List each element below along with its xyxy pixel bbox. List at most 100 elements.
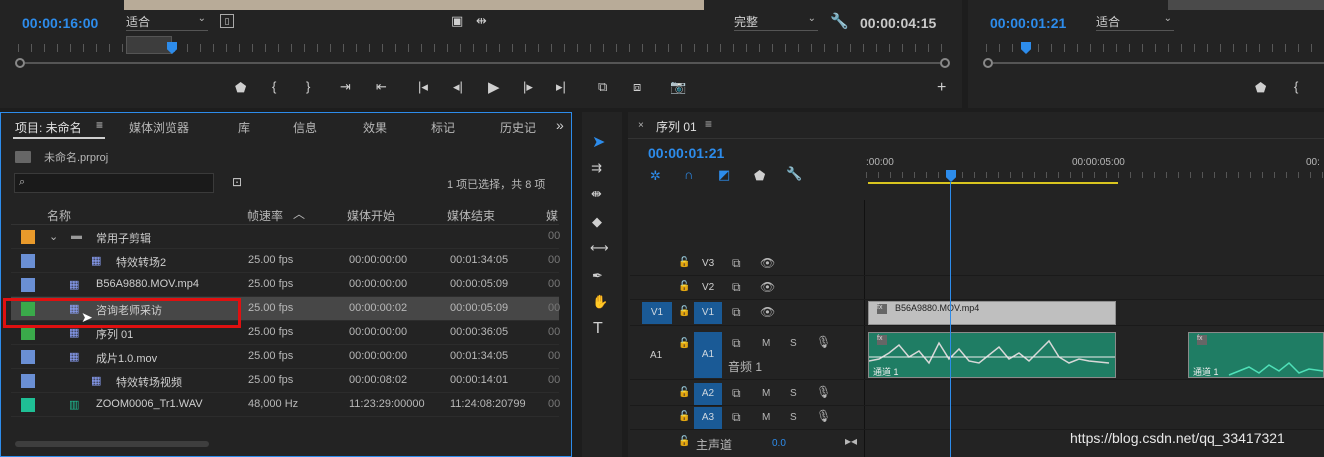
audio-clip-1[interactable]: fx 通道 1 — [868, 332, 1116, 378]
track-a1-target[interactable]: A1 — [650, 350, 662, 361]
track-a3-name[interactable]: A3 — [694, 407, 722, 429]
project-item-row[interactable]: ▥ ZOOM0006_Tr1.WAV 48,000 Hz 11:23:29:00000… — [11, 393, 560, 417]
go-to-in-icon[interactable]: |◂ — [418, 79, 428, 95]
timeline-menu-icon[interactable]: ≡ — [705, 117, 712, 131]
mute-button[interactable]: M — [762, 338, 770, 349]
slip-tool-icon[interactable]: ⟷ — [590, 240, 609, 256]
tab-info[interactable]: 信息 — [293, 119, 317, 136]
search-input[interactable]: ⌕ — [14, 173, 214, 193]
label-color-swatch[interactable] — [21, 374, 35, 388]
eye-icon[interactable]: 👁 — [760, 256, 775, 270]
col-media-start[interactable]: 媒体开始 — [347, 207, 395, 224]
razor-tool-icon[interactable]: ◆ — [592, 214, 602, 230]
source-in-out-range[interactable] — [126, 36, 172, 54]
label-color-swatch[interactable] — [21, 350, 35, 364]
sync-lock-icon[interactable]: ⧉ — [732, 336, 741, 351]
mute-button[interactable]: M — [762, 388, 770, 399]
mic-icon[interactable]: 🎙 — [816, 335, 831, 349]
label-color-swatch[interactable] — [21, 326, 35, 340]
lock-icon[interactable]: 🔓 — [678, 281, 690, 292]
project-item-row[interactable]: ▦ B56A9880.MOV.mp4 25.00 fps 00:00:00:00 00:… — [11, 273, 560, 297]
mark-in-icon[interactable]: { — [272, 79, 276, 94]
timeline-timecode[interactable]: 00:00:01:21 — [648, 145, 724, 161]
timeline-tab[interactable]: 序列 01 — [656, 118, 697, 135]
program-scrollbar[interactable] — [983, 58, 1324, 68]
ripple-edit-tool-icon[interactable]: ⇼ — [591, 186, 602, 202]
pen-tool-icon[interactable]: ✒ — [592, 268, 603, 284]
camera-icon[interactable]: 📷 — [670, 79, 686, 95]
plus-icon[interactable]: + — [937, 79, 946, 97]
insert-icon[interactable]: ⧉ — [598, 79, 607, 95]
tab-effects[interactable]: 效果 — [363, 119, 387, 136]
track-a2-name[interactable]: A2 — [694, 383, 722, 405]
mark-out-icon[interactable]: } — [306, 79, 310, 94]
label-color-swatch[interactable] — [21, 398, 35, 412]
sync-lock-icon[interactable]: ⧉ — [732, 256, 741, 271]
col-name[interactable]: 名称 — [47, 207, 71, 224]
mic-icon[interactable]: 🎙 — [816, 385, 831, 399]
type-tool-icon[interactable]: T — [593, 320, 603, 338]
close-icon[interactable]: × — [638, 120, 644, 131]
snap-icon[interactable]: ∩ — [684, 167, 693, 182]
tab-menu-icon[interactable]: ≡ — [96, 118, 103, 132]
wrench-icon[interactable]: 🔧 — [830, 12, 849, 30]
solo-button[interactable]: S — [790, 388, 797, 399]
program-time-ruler[interactable] — [986, 44, 1324, 52]
export-frame-icon[interactable]: ▣ — [451, 13, 463, 29]
lock-icon[interactable]: 🔓 — [678, 338, 690, 349]
more-tabs-icon[interactable]: » — [556, 117, 564, 133]
step-back-icon[interactable]: ◂| — [453, 79, 463, 95]
track-v2-name[interactable]: V2 — [702, 282, 714, 293]
tab-project[interactable]: 项目: 未命名 — [15, 119, 82, 136]
lock-icon[interactable]: 🔓 — [678, 387, 690, 398]
tab-media-browser[interactable]: 媒体浏览器 — [129, 119, 189, 136]
source-timecode[interactable]: 00:00:16:00 — [22, 15, 98, 31]
solo-button[interactable]: S — [790, 338, 797, 349]
lock-icon[interactable]: 🔓 — [678, 411, 690, 422]
source-scrollbar[interactable] — [15, 58, 950, 68]
step-forward-icon[interactable]: |▸ — [523, 79, 533, 95]
timeline-ruler[interactable]: :00:00 00:00:05:00 00: — [866, 152, 1324, 188]
col-media-more[interactable]: 媒 — [546, 207, 558, 224]
program-playhead[interactable] — [1021, 42, 1031, 54]
mark-in-icon[interactable]: { — [1294, 79, 1298, 94]
nest-icon[interactable]: ✲ — [650, 168, 661, 184]
hand-tool-icon[interactable]: ✋ — [592, 294, 608, 310]
sync-lock-icon[interactable]: ⧉ — [732, 280, 741, 295]
tab-history[interactable]: 历史记 — [500, 119, 536, 136]
program-timecode[interactable]: 00:00:01:21 — [990, 15, 1066, 31]
settings-square-icon[interactable]: ▯ — [220, 14, 234, 28]
find-icon[interactable]: ⊡ — [232, 175, 242, 189]
track-v3-name[interactable]: V3 — [702, 258, 714, 269]
video-clip[interactable]: fx B56A9880.MOV.mp4 — [868, 301, 1116, 325]
track-v1-name[interactable]: V1 — [694, 302, 722, 324]
lock-icon[interactable]: 🔓 — [678, 257, 690, 268]
source-fit-dropdown[interactable]: 适合 ⌄ — [126, 13, 208, 31]
track-select-tool-icon[interactable]: ⇉ — [591, 160, 602, 176]
drag-icon[interactable]: ⇹ — [476, 13, 487, 29]
add-marker-icon[interactable]: ⬟ — [754, 168, 765, 184]
solo-button[interactable]: S — [790, 412, 797, 423]
project-item-row[interactable]: ▦ 特效转场2 25.00 fps 00:00:00:00 00:01:34:05 00 — [11, 249, 560, 273]
wrench-icon[interactable]: 🔧 — [786, 166, 802, 182]
expand-chevron-icon[interactable]: ⌄ — [49, 230, 58, 243]
lock-icon[interactable]: 🔓 — [678, 436, 690, 447]
mute-button[interactable]: M — [762, 412, 770, 423]
eye-icon[interactable]: 👁 — [760, 280, 775, 294]
add-marker-icon[interactable]: ⬟ — [1255, 80, 1266, 96]
project-item-row[interactable]: ⌄ ▬ 常用子剪辑 00 — [11, 225, 560, 249]
track-a1-name[interactable]: A1 — [694, 332, 722, 378]
horizontal-scrollbar[interactable] — [15, 441, 209, 447]
sync-lock-icon[interactable]: ⧉ — [732, 305, 741, 320]
lock-icon[interactable]: 🔓 — [678, 306, 690, 317]
tab-libraries[interactable]: 库 — [238, 119, 250, 136]
master-value[interactable]: 0.0 — [772, 438, 786, 449]
play-icon[interactable]: ▶ — [488, 78, 500, 96]
clear-out-icon[interactable]: ⇤ — [376, 79, 387, 95]
label-color-swatch[interactable] — [21, 254, 35, 268]
go-to-end-icon[interactable]: ▸◂ — [845, 434, 857, 448]
label-color-swatch[interactable] — [21, 230, 35, 244]
add-marker-icon[interactable]: ⬟ — [235, 80, 246, 96]
project-item-row[interactable]: ▦ 特效转场视频 25.00 fps 00:00:08:02 00:00:14:01 00 — [11, 369, 560, 393]
program-fit-dropdown[interactable]: 适合 ⌄ — [1096, 13, 1174, 31]
